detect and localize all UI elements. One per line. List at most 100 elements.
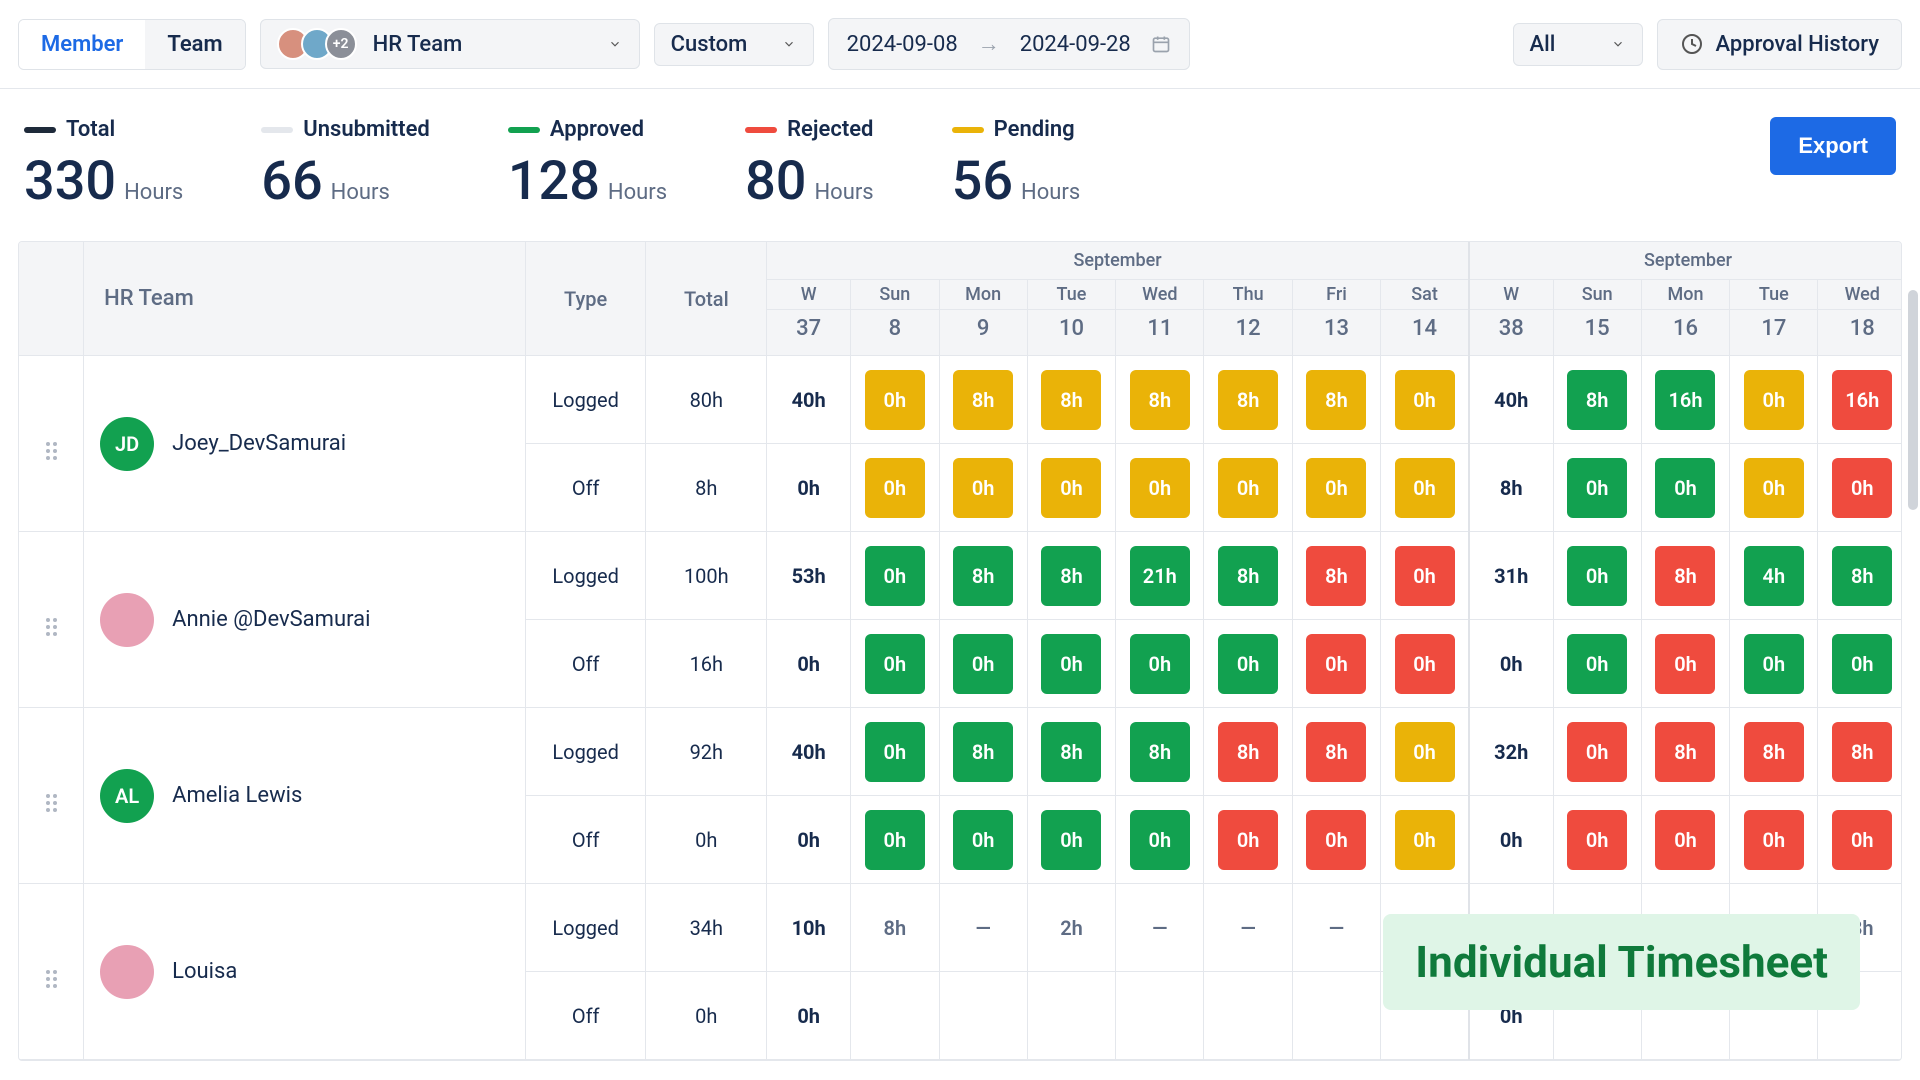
hours-cell[interactable]: 0h <box>865 810 925 870</box>
hours-cell[interactable]: 0h <box>1744 370 1804 430</box>
hours-cell[interactable]: 0h <box>865 458 925 518</box>
hours-cell[interactable]: 8h <box>1567 370 1627 430</box>
hours-cell[interactable]: 8h <box>1306 722 1366 782</box>
hours-cell[interactable] <box>1041 983 1101 1043</box>
hours-cell[interactable]: 8h <box>1041 370 1101 430</box>
week-sum: 0h <box>767 620 851 708</box>
date-range-picker[interactable]: 2024-09-08 → 2024-09-28 <box>828 18 1190 70</box>
date-end: 2024-09-28 <box>1020 32 1131 57</box>
hours-cell[interactable]: — <box>1130 898 1190 958</box>
hours-cell[interactable]: 0h <box>865 370 925 430</box>
drag-handle[interactable] <box>19 532 84 708</box>
hours-cell[interactable]: 0h <box>953 458 1013 518</box>
hours-cell[interactable]: 8h <box>953 722 1013 782</box>
drag-handle[interactable] <box>19 884 84 1060</box>
hours-cell[interactable]: 8h <box>1218 546 1278 606</box>
hours-cell[interactable]: 8h <box>1041 546 1101 606</box>
hours-cell[interactable]: 0h <box>1130 634 1190 694</box>
user-cell[interactable]: Annie @DevSamurai <box>84 532 526 708</box>
hours-cell[interactable]: 0h <box>1395 546 1455 606</box>
hours-cell[interactable]: 0h <box>865 546 925 606</box>
hours-cell[interactable]: 8h <box>865 898 925 958</box>
hours-cell[interactable]: 0h <box>1130 458 1190 518</box>
approval-history-button[interactable]: Approval History <box>1657 19 1902 70</box>
hours-cell[interactable]: 0h <box>1130 810 1190 870</box>
hours-cell[interactable]: 8h <box>1306 546 1366 606</box>
hours-cell[interactable]: 0h <box>1567 810 1627 870</box>
hours-cell[interactable]: 8h <box>1218 370 1278 430</box>
hours-cell[interactable]: 0h <box>1655 458 1715 518</box>
hours-cell[interactable] <box>1130 983 1190 1043</box>
hours-cell[interactable]: 8h <box>1306 370 1366 430</box>
hours-cell[interactable]: 0h <box>1395 810 1455 870</box>
hours-cell[interactable]: 0h <box>1832 810 1892 870</box>
team-picker[interactable]: +2 HR Team <box>260 19 640 69</box>
hours-cell[interactable]: 0h <box>1567 634 1627 694</box>
export-button[interactable]: Export <box>1770 117 1896 175</box>
hours-cell[interactable]: 0h <box>1655 810 1715 870</box>
hours-cell[interactable]: 0h <box>1395 722 1455 782</box>
tab-member[interactable]: Member <box>19 20 145 69</box>
hours-cell[interactable]: 0h <box>1041 634 1101 694</box>
hours-cell[interactable]: — <box>1306 898 1366 958</box>
hours-cell[interactable]: 0h <box>1041 810 1101 870</box>
team-avatars: +2 <box>277 28 357 60</box>
hours-cell[interactable]: 0h <box>1306 810 1366 870</box>
hours-cell[interactable]: 21h <box>1130 546 1190 606</box>
hours-cell[interactable] <box>1306 983 1366 1043</box>
user-cell[interactable]: Louisa <box>84 884 526 1060</box>
hours-cell[interactable]: 8h <box>953 546 1013 606</box>
hours-cell[interactable]: 0h <box>1567 546 1627 606</box>
hours-cell[interactable]: 0h <box>1567 458 1627 518</box>
hours-cell[interactable]: 0h <box>1744 634 1804 694</box>
hours-cell[interactable]: 4h <box>1744 546 1804 606</box>
hours-cell[interactable]: 0h <box>1306 458 1366 518</box>
hours-cell[interactable]: 8h <box>953 370 1013 430</box>
hours-cell[interactable]: 0h <box>1832 458 1892 518</box>
hours-cell[interactable]: 8h <box>1218 722 1278 782</box>
hours-cell[interactable]: — <box>1218 898 1278 958</box>
hours-cell[interactable]: 0h <box>1832 634 1892 694</box>
hours-cell[interactable] <box>1218 983 1278 1043</box>
hours-cell[interactable]: 0h <box>1744 458 1804 518</box>
hours-cell[interactable]: 0h <box>1218 458 1278 518</box>
scrollbar[interactable] <box>1908 290 1918 1050</box>
hours-cell[interactable]: 0h <box>953 634 1013 694</box>
hours-cell[interactable] <box>953 983 1013 1043</box>
hours-cell[interactable]: 16h <box>1655 370 1715 430</box>
hours-cell[interactable]: 0h <box>865 722 925 782</box>
drag-handle[interactable] <box>19 356 84 532</box>
hours-cell[interactable]: 0h <box>1218 634 1278 694</box>
hours-cell[interactable]: 0h <box>1567 722 1627 782</box>
status-filter[interactable]: All <box>1513 23 1643 66</box>
stat-unit: Hours <box>814 180 873 205</box>
hours-cell[interactable]: 8h <box>1130 722 1190 782</box>
hours-cell[interactable]: 0h <box>1395 370 1455 430</box>
range-type-picker[interactable]: Custom <box>654 23 814 66</box>
hours-cell[interactable]: 0h <box>1041 458 1101 518</box>
hours-cell[interactable]: 0h <box>1655 634 1715 694</box>
hours-cell[interactable]: 8h <box>1744 722 1804 782</box>
hours-cell[interactable]: 0h <box>1306 634 1366 694</box>
week-sum: 0h <box>1469 796 1553 884</box>
hours-cell[interactable]: 16h <box>1832 370 1892 430</box>
drag-handle[interactable] <box>19 708 84 884</box>
hours-cell[interactable]: 2h <box>1041 898 1101 958</box>
hours-cell[interactable]: 0h <box>865 634 925 694</box>
hours-cell[interactable]: 8h <box>1130 370 1190 430</box>
hours-cell[interactable]: 8h <box>1832 546 1892 606</box>
user-cell[interactable]: ALAmelia Lewis <box>84 708 526 884</box>
hours-cell[interactable]: 0h <box>1395 634 1455 694</box>
hours-cell[interactable]: 8h <box>1655 722 1715 782</box>
hours-cell[interactable]: 8h <box>1832 722 1892 782</box>
user-cell[interactable]: JDJoey_DevSamurai <box>84 356 526 532</box>
hours-cell[interactable]: 0h <box>1395 458 1455 518</box>
hours-cell[interactable]: 0h <box>1218 810 1278 870</box>
hours-cell[interactable]: 8h <box>1655 546 1715 606</box>
hours-cell[interactable] <box>865 983 925 1043</box>
hours-cell[interactable]: — <box>953 898 1013 958</box>
hours-cell[interactable]: 8h <box>1041 722 1101 782</box>
hours-cell[interactable]: 0h <box>953 810 1013 870</box>
tab-team[interactable]: Team <box>145 20 244 69</box>
hours-cell[interactable]: 0h <box>1744 810 1804 870</box>
